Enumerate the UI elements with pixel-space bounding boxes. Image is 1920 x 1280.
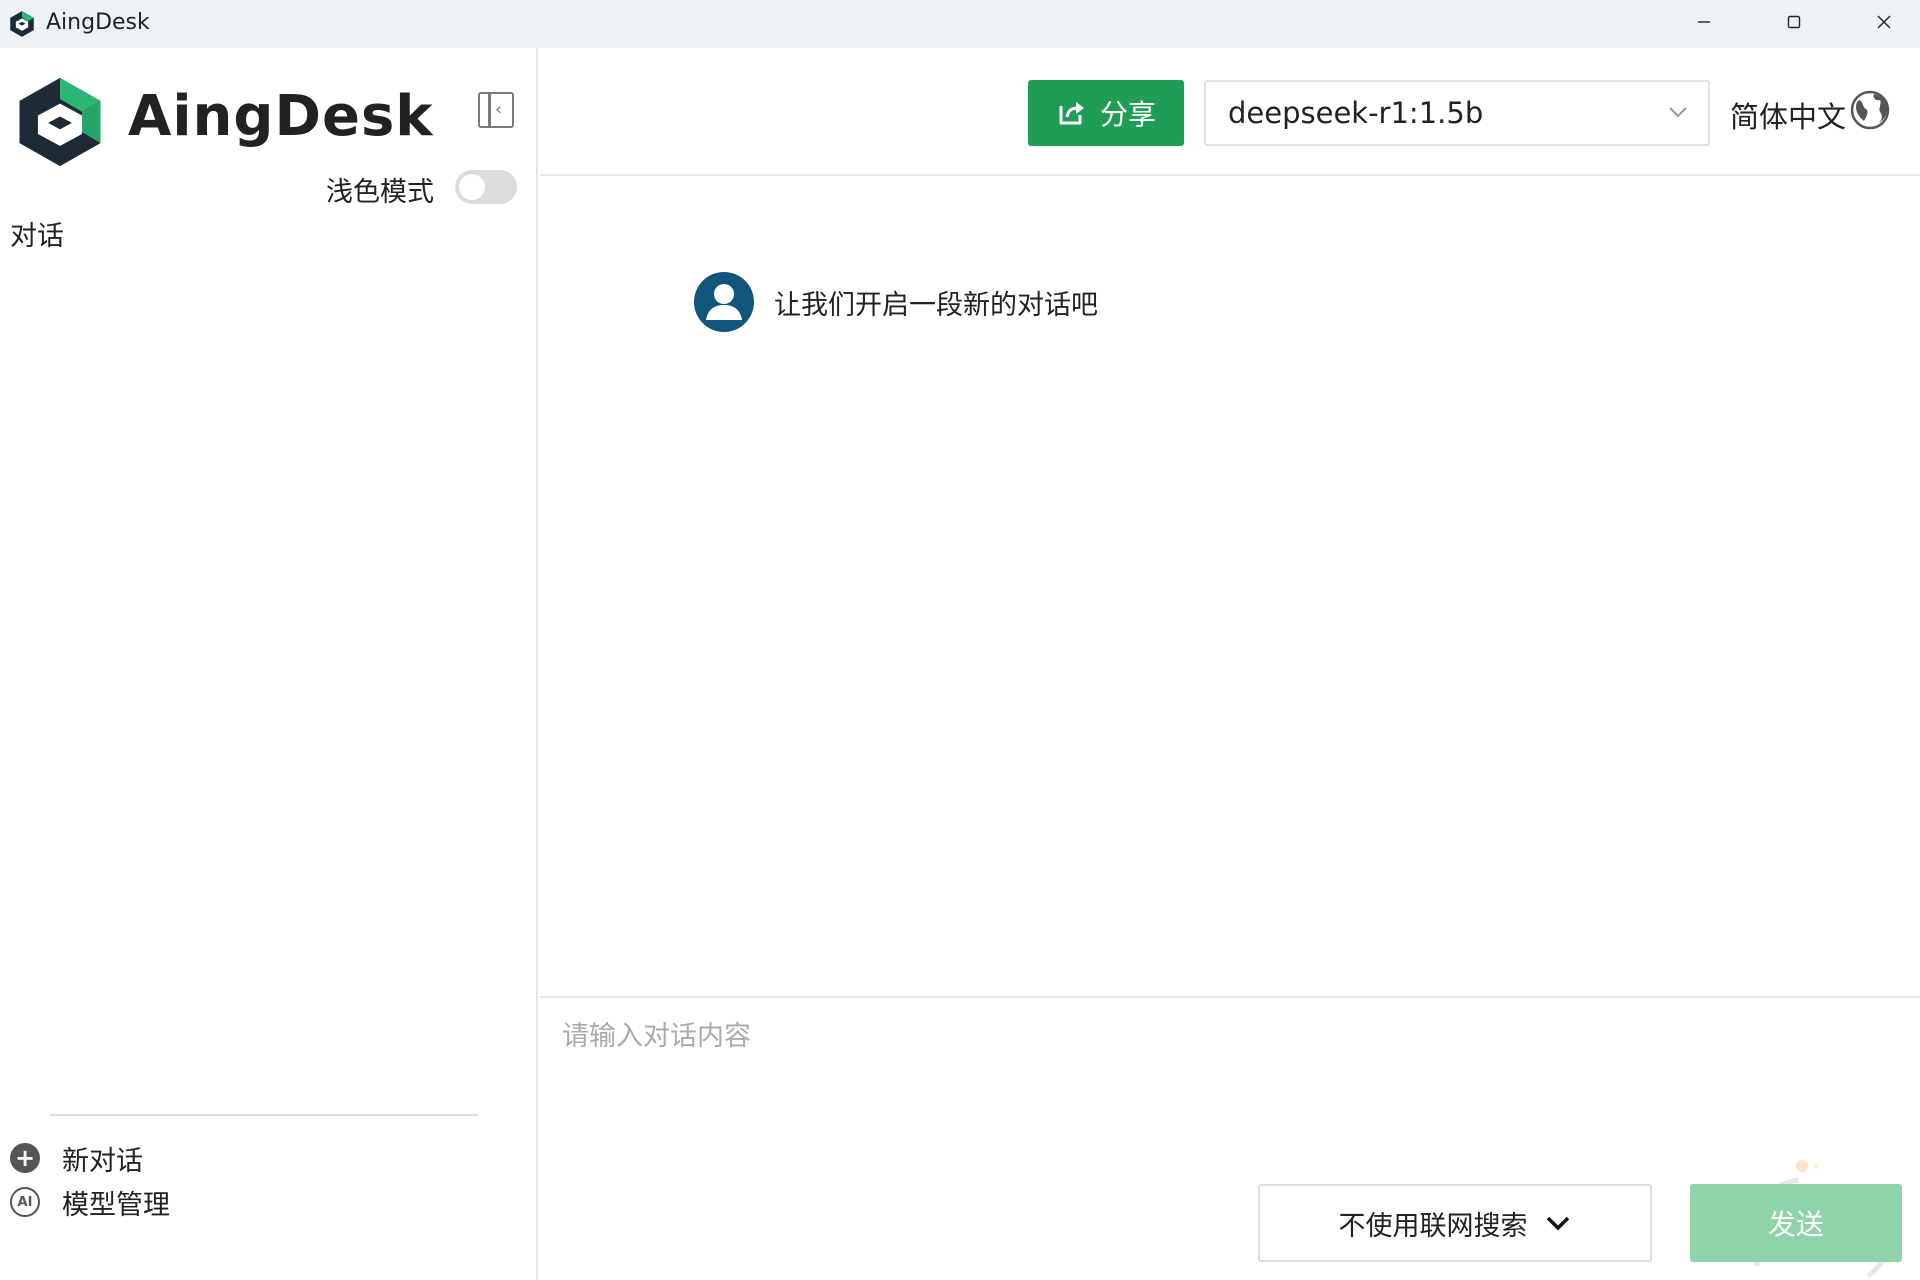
share-icon — [1059, 102, 1084, 125]
model-select[interactable]: deepseek-r1:1.5b — [1204, 80, 1710, 146]
maximize-button[interactable] — [1750, 0, 1838, 44]
new-conversation-button[interactable]: + 新对话 — [10, 1138, 143, 1178]
language-selector[interactable]: 简体中文 — [1730, 94, 1846, 136]
web-search-mode-dropdown[interactable]: 不使用联网搜索 — [1258, 1184, 1652, 1262]
minimize-button[interactable] — [1660, 0, 1748, 44]
share-label: 分享 — [1099, 98, 1156, 131]
model-select-value: deepseek-r1:1.5b — [1228, 96, 1484, 130]
theme-mode-label: 浅色模式 — [326, 177, 434, 208]
globe-icon[interactable] — [1850, 90, 1890, 130]
brand-name: AingDesk — [128, 84, 434, 149]
panel-divider — [488, 94, 491, 126]
new-conversation-label: 新对话 — [62, 1145, 143, 1177]
maximize-icon — [1787, 15, 1801, 29]
title-bar: AingDesk — [0, 0, 1920, 48]
main-panel: 分享 deepseek-r1:1.5b 简体中文 让我们开启一段新的对话吧 请输… — [540, 48, 1920, 1280]
close-button[interactable] — [1840, 0, 1920, 44]
plus-circle-icon: + — [10, 1143, 40, 1173]
ai-icon: AI — [10, 1187, 40, 1217]
send-button[interactable]: 发送 — [1690, 1184, 1902, 1262]
collapse-sidebar-button[interactable]: ‹ — [478, 92, 514, 128]
sidebar: AingDesk ‹ 浅色模式 对话 + 新对话 AI 模型管理 — [0, 48, 538, 1280]
welcome-message-row: 让我们开启一段新的对话吧 — [694, 272, 1098, 332]
model-management-label: 模型管理 — [62, 1189, 170, 1221]
chevron-down-icon — [1546, 1216, 1569, 1231]
model-management-button[interactable]: AI 模型管理 — [10, 1182, 170, 1222]
app-logo-icon — [10, 11, 34, 37]
brand-logo-icon — [19, 77, 101, 167]
close-icon — [1877, 15, 1891, 29]
theme-toggle[interactable] — [455, 170, 517, 204]
chevron-down-icon — [1669, 107, 1687, 118]
minimize-icon — [1698, 21, 1710, 23]
conversations-section-label: 对话 — [10, 221, 64, 252]
toggle-knob — [459, 174, 485, 200]
app-window: AingDesk AingDesk ‹ 浅色模式 对话 + 新对话 AI 模型管… — [0, 0, 1920, 1280]
user-avatar-icon — [694, 272, 754, 332]
main-header: 分享 deepseek-r1:1.5b 简体中文 — [540, 48, 1920, 176]
welcome-message: 让我们开启一段新的对话吧 — [774, 289, 1098, 321]
chevron-left-icon: ‹ — [495, 99, 503, 120]
window-title: AingDesk — [46, 10, 150, 35]
composer: 不使用联网搜索 发送 — [540, 996, 1920, 1280]
web-search-mode-label: 不使用联网搜索 — [1338, 1210, 1528, 1242]
sidebar-divider — [50, 1114, 478, 1116]
share-button[interactable]: 分享 — [1028, 80, 1184, 146]
message-input[interactable] — [562, 1014, 1882, 1134]
